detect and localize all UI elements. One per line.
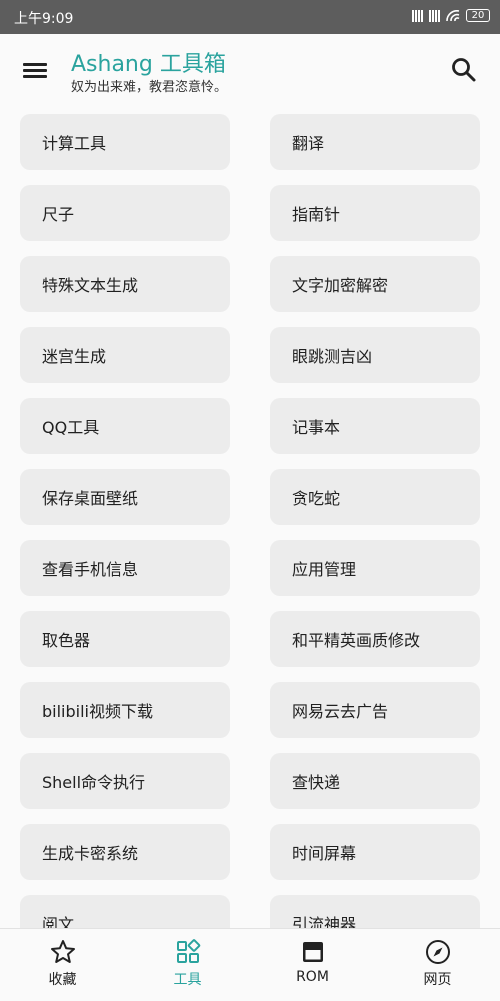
signal-icon xyxy=(429,9,440,22)
compass-icon xyxy=(425,940,450,964)
nav-label: ROM xyxy=(296,969,329,985)
tool-button-eye-twitch[interactable]: 眼跳测吉凶 xyxy=(270,327,480,383)
tool-button-traffic[interactable]: 引流神器 xyxy=(270,895,480,928)
nav-label: 网页 xyxy=(423,972,452,988)
tool-button-app-manager[interactable]: 应用管理 xyxy=(270,540,480,596)
tool-list[interactable]: 计算工具 翻译 尺子 指南针 特殊文本生成 文字加密解密 迷宫生成 眼跳测吉凶 … xyxy=(0,104,500,928)
tool-button-shell[interactable]: Shell命令执行 xyxy=(20,753,230,809)
nav-favorites[interactable]: 收藏 xyxy=(0,929,125,1001)
window-icon xyxy=(302,942,323,962)
tool-button-yuewen[interactable]: 阅文 xyxy=(20,895,230,928)
nav-web[interactable]: 网页 xyxy=(375,929,500,1001)
tool-button-notepad[interactable]: 记事本 xyxy=(270,398,480,454)
nav-label: 收藏 xyxy=(48,972,77,988)
tool-button-netease-adblock[interactable]: 网易云去广告 xyxy=(270,682,480,738)
tool-grid: 计算工具 翻译 尺子 指南针 特殊文本生成 文字加密解密 迷宫生成 眼跳测吉凶 … xyxy=(20,114,480,928)
nav-label: 工具 xyxy=(173,972,202,988)
menu-button[interactable] xyxy=(18,56,52,84)
tool-button-express[interactable]: 查快递 xyxy=(270,753,480,809)
battery-icon: 20 xyxy=(466,9,490,22)
nav-tools[interactable]: 工具 xyxy=(125,929,250,1001)
tool-button-phone-info[interactable]: 查看手机信息 xyxy=(20,540,230,596)
tool-button-maze[interactable]: 迷宫生成 xyxy=(20,327,230,383)
tool-button-compass[interactable]: 指南针 xyxy=(270,185,480,241)
tool-button-ruler[interactable]: 尺子 xyxy=(20,185,230,241)
bottom-navigation: 收藏 工具 ROM 网页 xyxy=(0,928,500,1001)
grid-icon xyxy=(176,939,200,963)
app-title: Ashang 工具箱 xyxy=(71,52,226,77)
status-time: 上午9:09 xyxy=(14,11,74,27)
search-button[interactable] xyxy=(450,56,478,84)
tool-button-save-wallpaper[interactable]: 保存桌面壁纸 xyxy=(20,469,230,525)
app-subtitle: 奴为出来难，教君恣意怜。 xyxy=(71,80,228,95)
tool-button-bilibili-download[interactable]: bilibili视频下载 xyxy=(20,682,230,738)
tool-button-color-picker[interactable]: 取色器 xyxy=(20,611,230,667)
tool-button-translate[interactable]: 翻译 xyxy=(270,114,480,170)
signal-icon xyxy=(412,9,423,22)
tool-button-qq-tools[interactable]: QQ工具 xyxy=(20,398,230,454)
star-icon xyxy=(50,940,75,963)
nav-rom[interactable]: ROM xyxy=(250,929,375,1001)
tool-button-calculator[interactable]: 计算工具 xyxy=(20,114,230,170)
status-bar: 上午9:09 20 xyxy=(0,0,500,34)
tool-button-time-screen[interactable]: 时间屏幕 xyxy=(270,824,480,880)
tool-button-card-key[interactable]: 生成卡密系统 xyxy=(20,824,230,880)
tool-button-text-encrypt[interactable]: 文字加密解密 xyxy=(270,256,480,312)
status-icons: 20 xyxy=(412,9,490,22)
tool-button-special-text[interactable]: 特殊文本生成 xyxy=(20,256,230,312)
tool-button-snake[interactable]: 贪吃蛇 xyxy=(270,469,480,525)
search-icon xyxy=(452,58,476,82)
wifi-icon xyxy=(446,9,460,21)
tool-button-pubg-graphics[interactable]: 和平精英画质修改 xyxy=(270,611,480,667)
app-bar: Ashang 工具箱 奴为出来难，教君恣意怜。 xyxy=(0,34,500,104)
